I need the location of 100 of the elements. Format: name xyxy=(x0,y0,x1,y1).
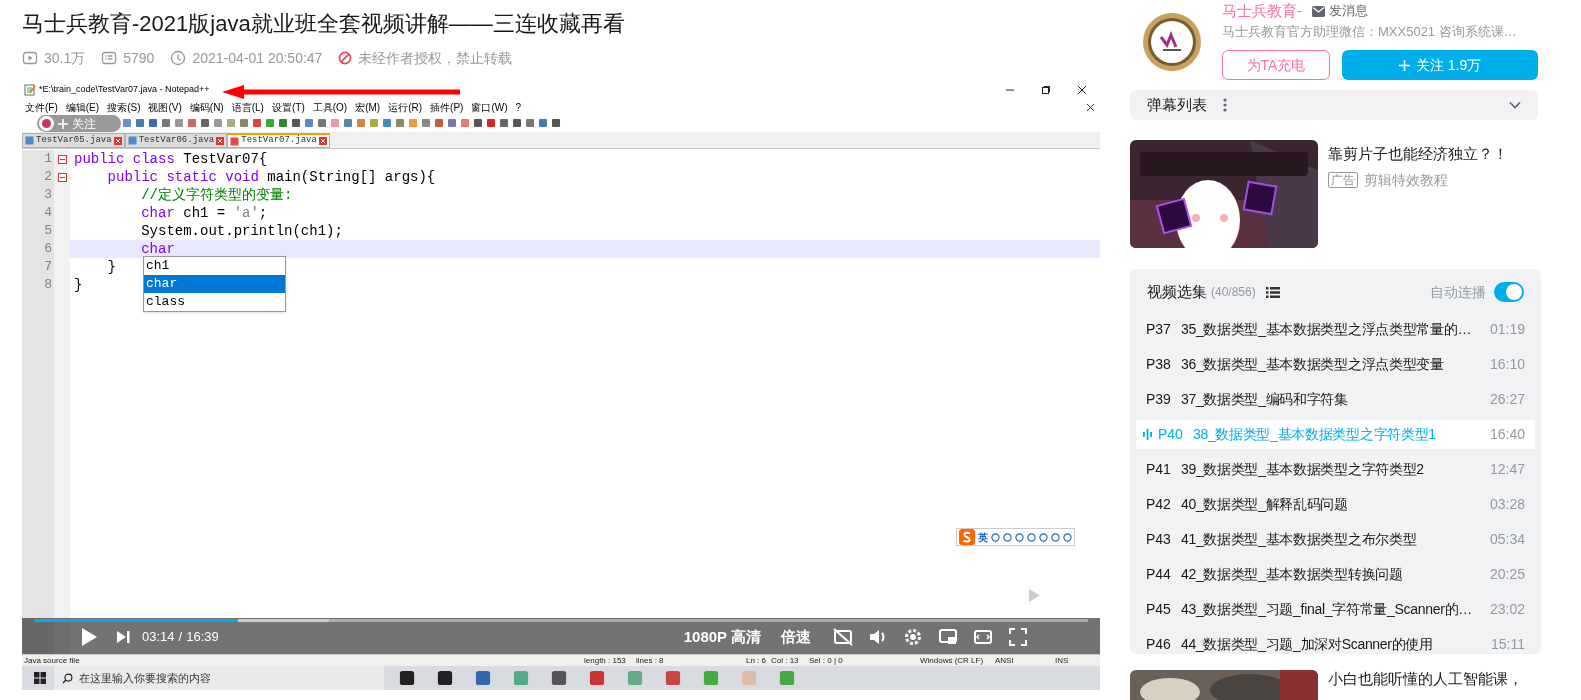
toolbar-icon[interactable] xyxy=(538,117,548,128)
playlist-item[interactable]: P38 36_数据类型_基本数据类型之浮点类型变量 16:10 xyxy=(1136,350,1535,379)
menu-item[interactable]: 视图(V) xyxy=(148,101,182,114)
menu-item[interactable]: 搜索(S) xyxy=(107,101,141,114)
close-icon[interactable] xyxy=(1078,86,1086,94)
toolbar-icon[interactable] xyxy=(252,117,262,128)
toolbar-icon[interactable] xyxy=(512,117,522,128)
taskbar-app-icon[interactable] xyxy=(399,670,415,686)
quality-button[interactable]: 1080P 高清 xyxy=(683,625,761,649)
editor-tab[interactable]: TestVar07.java xyxy=(227,133,330,148)
ad-title[interactable]: 靠剪片子也能经济独立？！ xyxy=(1328,143,1508,166)
toolbar-icon[interactable] xyxy=(499,117,509,128)
playlist-item[interactable]: P46 44_数据类型_习题_加深对Scanner的使用 15:11 xyxy=(1136,630,1535,659)
playlist-item[interactable]: P43 41_数据类型_基本数据类型之布尔类型 05:34 xyxy=(1136,525,1535,554)
danmaku-off-icon[interactable] xyxy=(833,627,853,647)
menu-item[interactable]: 语言(L) xyxy=(231,101,264,114)
playlist-item[interactable]: P42 40_数据类型_解释乱码问题 03:28 xyxy=(1136,490,1535,519)
status-text: ANSI xyxy=(995,654,1015,667)
panel-title: 弹幕列表 xyxy=(1147,94,1207,115)
code-line: System.out.println(ch1); xyxy=(140,222,343,240)
menu-item[interactable]: 运行(R) xyxy=(388,101,423,114)
toolbar-icon[interactable] xyxy=(382,117,392,128)
video-title[interactable]: 小白也能听懂的人工智能课， xyxy=(1328,670,1523,700)
file-icon xyxy=(127,136,137,145)
toolbar-icon[interactable] xyxy=(343,117,353,128)
menu-item[interactable]: 工具(O) xyxy=(312,101,348,114)
fold-icon[interactable] xyxy=(57,172,67,182)
ad-tag: 广告 xyxy=(1328,172,1358,188)
toolbar-icon[interactable] xyxy=(200,117,210,128)
menu-item[interactable]: 编辑(E) xyxy=(65,101,100,114)
editor-tab[interactable]: TestVar06.java xyxy=(124,133,228,148)
menu-item[interactable]: 设置(T) xyxy=(271,101,305,114)
status-text: Java source file xyxy=(24,654,81,667)
toolbar-icon[interactable] xyxy=(421,117,431,128)
restore-icon[interactable] xyxy=(1042,86,1050,94)
toolbar-icon[interactable] xyxy=(447,117,457,128)
menu-item[interactable]: 插件(P) xyxy=(430,101,464,114)
message-link[interactable]: 发消息 xyxy=(1312,1,1368,21)
close-icon[interactable] xyxy=(1087,104,1094,111)
playlist-item[interactable]: P45 43_数据类型_习题_final_字符常量_Scanner的… 23:02 xyxy=(1136,595,1535,624)
menu-item[interactable]: 编码(N) xyxy=(189,101,224,114)
more-icon[interactable] xyxy=(1223,98,1227,112)
fullscreen-icon[interactable] xyxy=(1008,627,1028,647)
tab-close-icon[interactable] xyxy=(113,136,122,145)
menu-item[interactable]: 窗口(W) xyxy=(471,101,508,114)
ime-logo-icon[interactable] xyxy=(959,529,975,545)
tab-close-icon[interactable] xyxy=(216,136,225,145)
toolbar-icon[interactable] xyxy=(239,117,249,128)
code-line: char xyxy=(140,240,175,258)
toolbar-icon[interactable] xyxy=(122,117,132,128)
status-text: Windows (CR LF) xyxy=(920,654,985,667)
code-line: //定义字符类型的变量: xyxy=(140,186,293,204)
play-icon[interactable] xyxy=(80,627,98,647)
minimize-icon[interactable] xyxy=(1006,86,1014,94)
toolbar-icon[interactable] xyxy=(395,117,405,128)
next-icon[interactable] xyxy=(116,630,130,644)
toolbar-icon[interactable] xyxy=(187,117,197,128)
toolbar-icon[interactable] xyxy=(434,117,444,128)
toolbar-icon[interactable] xyxy=(304,117,314,128)
fold-icon[interactable] xyxy=(57,154,67,164)
toolbar-icon[interactable] xyxy=(148,117,158,128)
code-line: } xyxy=(106,258,116,276)
code-line: } xyxy=(73,276,83,294)
autocomplete-item[interactable]: char xyxy=(144,275,285,293)
menu-item[interactable]: 宏(M) xyxy=(355,101,381,114)
taskbar-app-icon[interactable] xyxy=(437,670,453,686)
autocomplete-item[interactable]: class xyxy=(144,293,285,311)
chevron-down-icon[interactable] xyxy=(1509,101,1521,109)
settings-icon[interactable] xyxy=(903,627,923,647)
ime-mode[interactable]: 英 xyxy=(978,529,988,545)
toolbar-icon[interactable] xyxy=(291,117,301,128)
autoplay-toggle[interactable] xyxy=(1494,282,1524,302)
speed-button[interactable]: 倍速 xyxy=(781,625,811,649)
toolbar-icon[interactable] xyxy=(486,117,496,128)
toolbar-icon[interactable] xyxy=(135,117,145,128)
progress-track[interactable] xyxy=(34,619,1088,622)
toolbar-icon[interactable] xyxy=(161,117,171,128)
picture-in-picture-icon[interactable] xyxy=(938,627,958,647)
avatar[interactable] xyxy=(1143,13,1201,71)
menu-item[interactable]: ? xyxy=(515,101,522,114)
mail-icon xyxy=(1312,5,1325,17)
widescreen-icon[interactable] xyxy=(973,627,993,647)
menu-item[interactable]: 文件(F) xyxy=(25,101,58,114)
toolbar-icon[interactable] xyxy=(525,117,535,128)
tab-close-icon[interactable] xyxy=(318,137,327,145)
autocomplete-item[interactable]: ch1 xyxy=(144,257,285,275)
toolbar-icon[interactable] xyxy=(551,117,561,128)
windows-logo-icon[interactable] xyxy=(34,672,46,684)
list-icon[interactable] xyxy=(1265,286,1280,298)
editor-tab[interactable]: TestVar05.java xyxy=(22,133,125,148)
toolbar-icon[interactable] xyxy=(278,117,288,128)
playlist-item[interactable]: P39 37_数据类型_编码和字符集 26:27 xyxy=(1136,385,1535,414)
taskbar-app-icon[interactable] xyxy=(551,670,567,686)
playlist-item[interactable]: P41 39_数据类型_基本数据类型之字符类型2 12:47 xyxy=(1136,455,1535,484)
toolbar-icon[interactable] xyxy=(317,117,327,128)
toolbar-icon[interactable] xyxy=(473,117,483,128)
playlist-item[interactable]: P37 35_数据类型_基本数据类型之浮点类型常量的… 01:19 xyxy=(1136,315,1535,344)
playlist-item[interactable]: P44 42_数据类型_基本数据类型转换问题 20:25 xyxy=(1136,560,1535,589)
taskbar-search-field[interactable]: 在这里输入你要搜索的内容 xyxy=(54,666,384,690)
danmaku-list-panel[interactable]: 弹幕列表 xyxy=(1130,90,1538,120)
